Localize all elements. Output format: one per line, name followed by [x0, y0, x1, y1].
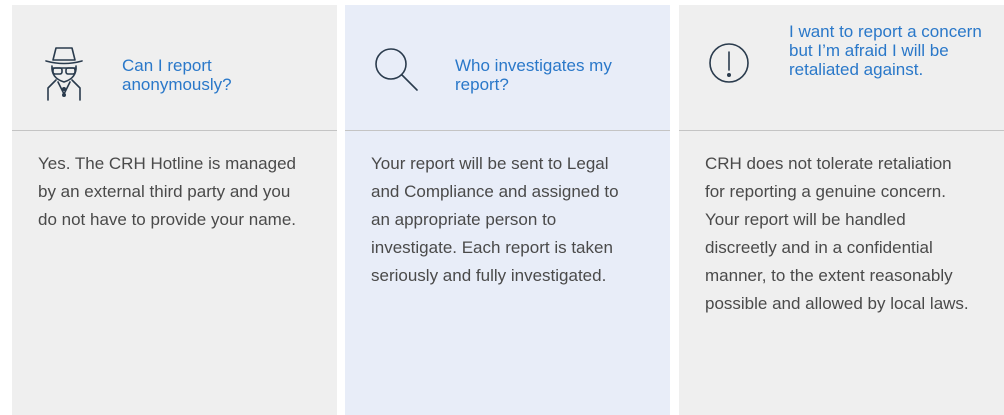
divider — [679, 130, 1004, 131]
faq-card-retaliation: I want to report a concern but I’m afrai… — [679, 5, 1004, 415]
divider — [12, 130, 337, 131]
faq-card-investigation: Who investigates my report? Your report … — [345, 5, 670, 415]
faq-card-anonymous: Can I report anonymously? Yes. The CRH H… — [12, 5, 337, 415]
faq-card-header: I want to report a concern but I’m afrai… — [679, 5, 1004, 130]
answer-text: CRH does not tolerate retaliation for re… — [705, 154, 969, 313]
faq-cards: Can I report anonymously? Yes. The CRH H… — [0, 0, 1004, 415]
answer-text: Your report will be sent to Legal and Co… — [371, 154, 619, 285]
question-text: Can I report anonymously? — [122, 56, 232, 94]
incognito-spy-icon — [42, 42, 86, 102]
answer-text: Yes. The CRH Hotline is managed by an ex… — [38, 154, 296, 229]
faq-card-header: Can I report anonymously? — [12, 5, 337, 130]
exclamation-circle-icon — [709, 42, 753, 102]
question-text: I want to report a concern but I’m afrai… — [789, 22, 982, 79]
question-text: Who investigates my report? — [455, 56, 612, 94]
faq-card-header: Who investigates my report? — [345, 5, 670, 130]
divider — [345, 130, 670, 131]
magnifier-icon — [375, 48, 419, 108]
